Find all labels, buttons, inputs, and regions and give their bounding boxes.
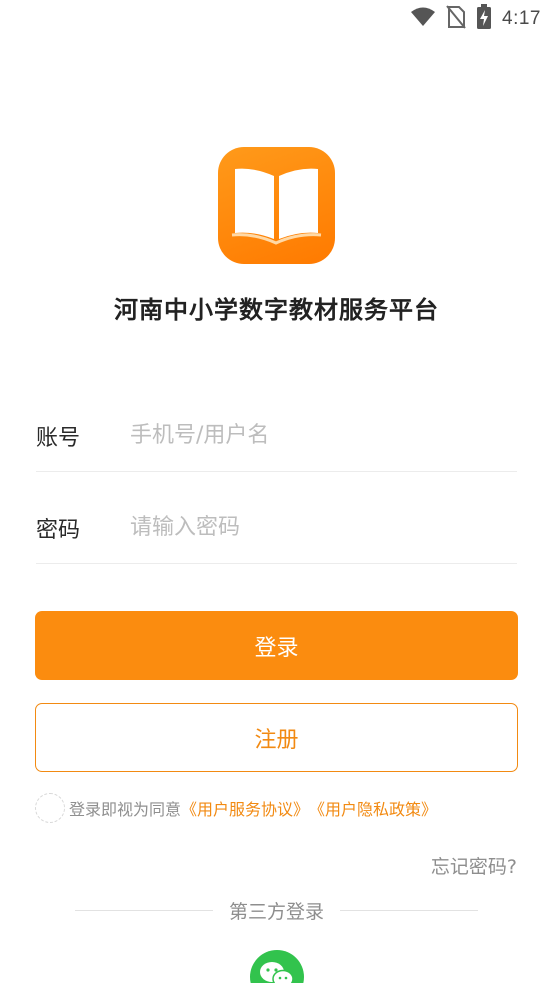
wechat-login-button[interactable] <box>250 950 304 983</box>
register-button[interactable]: 注册 <box>35 703 518 772</box>
login-page: 4:17 河南中小学数字教材服务平台 账号 密码 登录 注册 登录即视为同意 《… <box>0 0 553 983</box>
privacy-policy-link[interactable]: 《用户隐私政策》 <box>309 796 437 820</box>
agreement-row: 登录即视为同意 《用户服务协议》 《用户隐私政策》 <box>35 792 437 824</box>
third-party-label: 第三方登录 <box>228 900 324 923</box>
status-icons: 4:17 <box>410 4 541 34</box>
account-label: 账号 <box>36 425 81 451</box>
divider-line-right <box>340 909 478 911</box>
login-button[interactable]: 登录 <box>35 611 518 680</box>
forgot-password-link[interactable]: 忘记密码? <box>431 852 517 879</box>
account-row: 账号 <box>36 400 517 472</box>
wechat-icon <box>260 962 294 983</box>
wifi-icon <box>410 6 436 32</box>
password-label: 密码 <box>36 517 81 543</box>
agreement-checkbox[interactable] <box>35 793 65 823</box>
app-logo <box>218 147 335 264</box>
password-input[interactable] <box>130 503 517 552</box>
open-book-icon <box>231 168 322 245</box>
status-bar: 4:17 <box>0 0 553 38</box>
password-row: 密码 <box>36 492 517 564</box>
agreement-text: 登录即视为同意 <box>69 800 182 819</box>
status-time: 4:17 <box>502 8 541 29</box>
third-party-divider: 第三方登录 <box>0 895 553 925</box>
divider-line-left <box>74 909 213 911</box>
service-agreement-link[interactable]: 《用户服务协议》 <box>181 796 309 820</box>
battery-charging-icon <box>476 4 492 34</box>
account-input[interactable] <box>130 411 517 460</box>
no-sim-icon <box>446 5 466 33</box>
app-title: 河南中小学数字教材服务平台 <box>114 296 439 324</box>
